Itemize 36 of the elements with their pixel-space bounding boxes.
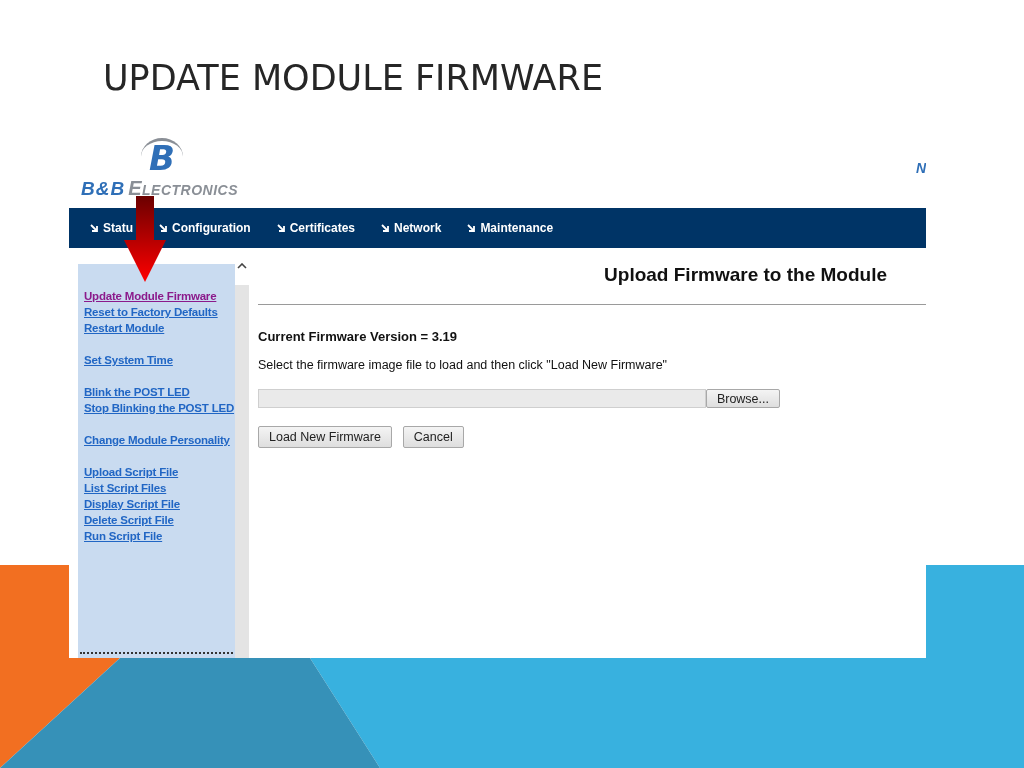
arrow-icon — [467, 224, 476, 232]
logo-text: B&B — [81, 178, 126, 200]
arrow-icon — [276, 224, 285, 232]
sidebar-link[interactable]: Blink the POST LED — [84, 386, 235, 398]
sidebar-link[interactable]: List Script Files — [84, 482, 235, 494]
scrollbar[interactable] — [235, 255, 249, 658]
nav-link[interactable]: Network — [381, 221, 442, 235]
sidebar-link[interactable]: Delete Script File — [84, 514, 235, 526]
sidebar-link[interactable]: Set System Time — [84, 354, 235, 366]
slide-title: UPDATE MODULE FIRMWARE — [103, 57, 603, 100]
browse-button[interactable]: Browse... — [705, 389, 780, 408]
sidebar-link[interactable]: Update Module Firmware — [84, 290, 235, 302]
header-text: N — [916, 160, 926, 176]
file-field[interactable] — [258, 389, 706, 408]
instruction-text: Select the firmware image file to load and then click "Load New Firmware" — [258, 358, 669, 372]
logo-text: ELECTRONICS — [128, 177, 238, 200]
sidebar-link[interactable]: Reset to Factory Defaults — [84, 306, 235, 318]
sidebar-link[interactable]: Stop Blinking the POST LED — [84, 402, 235, 414]
load-button[interactable]: Load New Firmware — [258, 426, 392, 448]
page-heading: Upload Firmware to the Module — [604, 264, 887, 286]
nav-link[interactable]: Configuration — [159, 221, 251, 235]
arrow-icon — [381, 224, 390, 232]
caret-up-icon[interactable] — [237, 263, 247, 269]
nav-link[interactable]: Statu — [90, 221, 133, 235]
logo-mark: B — [141, 138, 183, 175]
nav-link[interactable]: Maintenance — [467, 221, 554, 235]
arrow-icon — [90, 224, 98, 232]
nav-link[interactable]: Certificates — [276, 221, 356, 235]
arrow-icon — [159, 224, 167, 232]
sidebar-link[interactable]: Restart Module — [84, 322, 235, 334]
cancel-button[interactable]: Cancel — [402, 426, 464, 448]
firmware-version: Current Firmware Version = 3.19 — [258, 329, 459, 344]
sidebar-link[interactable]: Change Module Personality — [84, 434, 235, 446]
sidebar-link[interactable]: Display Script File — [84, 498, 235, 510]
sidebar-link[interactable]: Upload Script File — [84, 466, 235, 478]
sidebar-link[interactable]: Run Script File — [84, 530, 235, 542]
